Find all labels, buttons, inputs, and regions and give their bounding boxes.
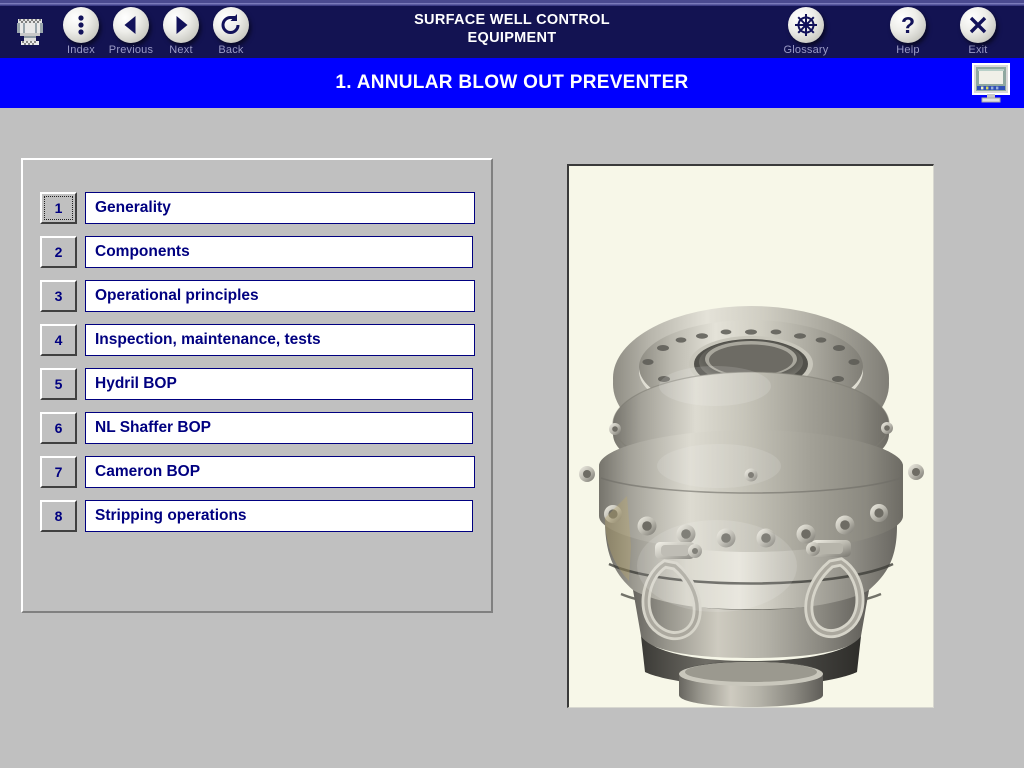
menu-number-button-1[interactable]: 1 [40, 192, 77, 224]
menu-number-button-4[interactable]: 4 [40, 324, 77, 356]
menu-item-5[interactable]: 5 Hydril BOP [40, 368, 473, 400]
ships-wheel-icon [788, 7, 824, 43]
exit-button[interactable]: Exit [948, 7, 1008, 56]
page-title: 1. ANNULAR BLOW OUT PREVENTER [335, 72, 689, 93]
menu-number-button-8[interactable]: 8 [40, 500, 77, 532]
illustration-frame [567, 164, 934, 708]
menu-label-2[interactable]: Components [85, 236, 473, 268]
vertical-dots-icon [63, 7, 99, 43]
question-mark-icon: ? [890, 7, 926, 43]
menu-label-4[interactable]: Inspection, maintenance, tests [85, 324, 475, 356]
back-button[interactable]: Back [201, 7, 261, 56]
menu-label-5[interactable]: Hydril BOP [85, 368, 473, 400]
menu-label-8[interactable]: Stripping operations [85, 500, 473, 532]
menu-number-button-3[interactable]: 3 [40, 280, 77, 312]
menu-item-8[interactable]: 8 Stripping operations [40, 500, 473, 532]
exit-button-label: Exit [968, 44, 988, 56]
undo-arrow-icon [213, 7, 249, 43]
x-close-icon [960, 7, 996, 43]
computer-monitor-icon[interactable] [972, 63, 1010, 103]
content-area: 1 Generality 2 Components 3 Operational … [0, 108, 1024, 768]
menu-item-6[interactable]: 6 NL Shaffer BOP [40, 412, 473, 444]
menu-label-6[interactable]: NL Shaffer BOP [85, 412, 473, 444]
top-toolbar: Index Previous Next Back SURFACE WELL CO… [0, 0, 1024, 58]
wellhead-bop-icon [10, 11, 50, 51]
glossary-button[interactable]: Glossary [776, 7, 836, 56]
menu-number-button-6[interactable]: 6 [40, 412, 77, 444]
menu-item-7[interactable]: 7 Cameron BOP [40, 456, 475, 488]
annular-blow-out-preventer-photo [569, 166, 933, 707]
topic-menu-panel: 1 Generality 2 Components 3 Operational … [21, 158, 493, 613]
menu-number-button-7[interactable]: 7 [40, 456, 77, 488]
course-title-line-2: EQUIPMENT [467, 30, 557, 46]
menu-label-1[interactable]: Generality [85, 192, 475, 224]
page-title-bar: 1. ANNULAR BLOW OUT PREVENTER [0, 58, 1024, 108]
menu-item-1[interactable]: 1 Generality [40, 192, 475, 224]
menu-number-button-2[interactable]: 2 [40, 236, 77, 268]
help-button[interactable]: ? Help [878, 7, 938, 56]
menu-item-3[interactable]: 3 Operational principles [40, 280, 475, 312]
help-button-label: Help [896, 44, 920, 56]
back-button-label: Back [218, 44, 244, 56]
menu-item-4[interactable]: 4 Inspection, maintenance, tests [40, 324, 475, 356]
menu-number-button-5[interactable]: 5 [40, 368, 77, 400]
svg-text:?: ? [901, 12, 915, 38]
menu-label-3[interactable]: Operational principles [85, 280, 475, 312]
menu-item-2[interactable]: 2 Components [40, 236, 473, 268]
left-triangle-icon [113, 7, 149, 43]
course-title-line-1: SURFACE WELL CONTROL [414, 12, 610, 28]
glossary-button-label: Glossary [783, 44, 829, 56]
right-triangle-icon [163, 7, 199, 43]
menu-label-7[interactable]: Cameron BOP [85, 456, 475, 488]
course-title: SURFACE WELL CONTROL EQUIPMENT [312, 11, 712, 47]
